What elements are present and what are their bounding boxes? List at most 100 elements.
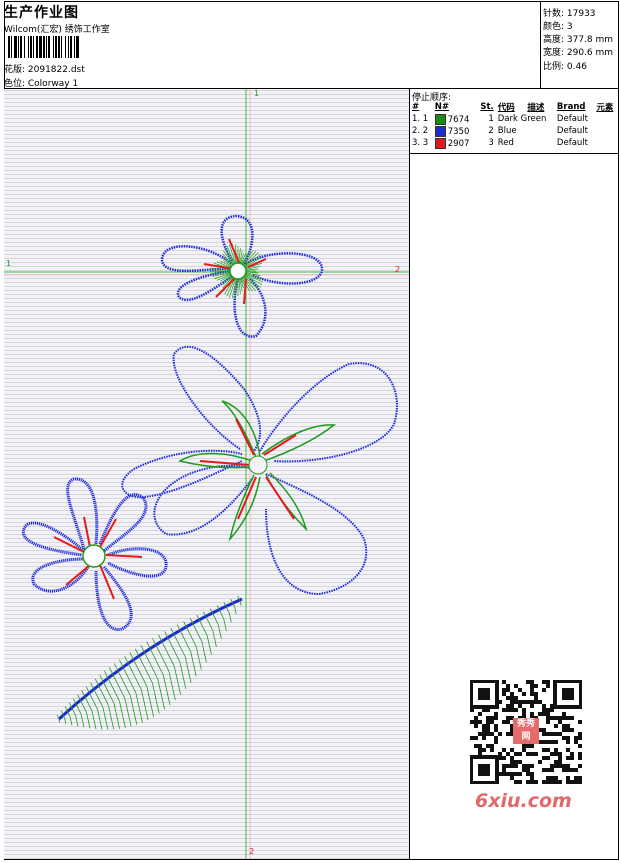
row-element <box>594 113 618 125</box>
leaf-stitch <box>239 600 242 606</box>
qr-module <box>494 724 498 728</box>
qr-module <box>502 720 506 724</box>
qr-module <box>530 776 534 780</box>
qr-module <box>502 768 506 772</box>
table-row: 1. 1 7674 1 Dark Green Default <box>410 113 618 125</box>
qr-module <box>570 780 574 784</box>
qr-module <box>510 760 514 764</box>
table-header: # N# St. 代码 描述 Brand 元素 <box>410 101 618 113</box>
qr-module <box>558 716 562 720</box>
col-brand: Brand <box>556 102 586 112</box>
row-desc: Blue <box>497 126 517 136</box>
row-code: 7350 <box>447 126 470 137</box>
row-stitch: 2 <box>488 126 494 136</box>
qr-module <box>534 696 538 700</box>
qr-module <box>494 716 498 720</box>
qr-module <box>502 748 506 752</box>
qr-module <box>566 748 570 752</box>
qr-module <box>490 748 494 752</box>
qr-module <box>522 700 526 704</box>
qr-module <box>530 680 534 684</box>
qr-module <box>514 752 518 756</box>
qr-module <box>510 700 514 704</box>
qr-module <box>506 688 510 692</box>
leaf-stitch <box>190 651 197 677</box>
qr-module <box>562 724 566 728</box>
marker-h-left: 1 <box>6 259 12 268</box>
qr-module <box>518 752 522 756</box>
qr-module <box>514 696 518 700</box>
qr-module <box>502 688 506 692</box>
qr-module <box>546 732 550 736</box>
qr-module <box>546 756 550 760</box>
qr-module <box>530 684 534 688</box>
qr-module <box>578 720 582 724</box>
leaf-stitch <box>124 698 132 727</box>
qr-module <box>550 764 554 768</box>
qr-module <box>566 728 570 732</box>
leaf-stitch <box>217 624 222 639</box>
qr-module <box>578 776 582 780</box>
qr-module <box>478 732 482 736</box>
qr-module <box>566 768 570 772</box>
leaf-stitch <box>201 641 207 663</box>
qr-module <box>534 692 538 696</box>
qr-module <box>470 736 474 740</box>
company-name: Wilcom(汇宏) 绣饰工作室 <box>4 25 110 35</box>
row-stitch: 3 <box>488 138 494 148</box>
row-stitch: 1 <box>488 114 494 124</box>
production-sheet: 生产作业图 Wilcom(汇宏) 绣饰工作室 花版: 2091822.dst 色… <box>0 0 620 861</box>
qr-module <box>498 732 502 736</box>
qr-module <box>474 744 478 748</box>
qr-module <box>546 768 550 772</box>
leaf-stitch <box>206 635 212 655</box>
qr-module <box>546 740 550 744</box>
qr-module <box>530 704 534 708</box>
row-brand: Default <box>556 114 588 124</box>
leaf-stitch <box>157 678 165 710</box>
qr-module <box>518 700 522 704</box>
leaf-stitch <box>80 713 85 728</box>
design-canvas: 1 2 1 2 <box>4 89 409 859</box>
qr-module <box>566 764 570 768</box>
color-swatch <box>434 113 446 125</box>
qr-module <box>566 716 570 720</box>
qr-module <box>574 736 578 740</box>
qr-module <box>506 732 510 736</box>
qr-module <box>510 708 514 712</box>
qr-module <box>550 752 554 756</box>
color-swatch <box>434 137 446 149</box>
design-scale: 比例: 0.46 <box>543 62 587 72</box>
qr-module <box>502 756 506 760</box>
qr-module <box>474 716 478 720</box>
qr-module <box>554 716 558 720</box>
qr-module <box>478 712 482 716</box>
qr-module <box>486 732 490 736</box>
qr-module <box>546 776 550 780</box>
qr-module <box>482 748 486 752</box>
qr-module <box>542 748 546 752</box>
qr-module <box>558 756 562 760</box>
qr-module <box>566 780 570 784</box>
qr-module <box>510 748 514 752</box>
center-flower-red <box>199 418 297 520</box>
qr-module <box>578 752 582 756</box>
qr-module <box>566 740 570 744</box>
qr-module <box>482 728 486 732</box>
qr-module <box>530 692 534 696</box>
qr-module <box>530 752 534 756</box>
qr-module <box>486 720 490 724</box>
design-width: 宽度: 290.6 mm <box>543 48 614 58</box>
table-divider <box>410 153 618 154</box>
qr-module <box>522 708 526 712</box>
qr-module <box>530 688 534 692</box>
qr-module <box>526 768 530 772</box>
barcode-bar <box>79 36 80 58</box>
qr-module <box>502 680 506 684</box>
col-desc: 描述 <box>527 103 545 113</box>
qr-module <box>546 712 550 716</box>
leaf-stitch <box>228 612 232 623</box>
qr-finder-core <box>478 688 490 700</box>
stitch-count: 针数: 17933 <box>543 9 596 19</box>
design-file: 花版: 2091822.dst <box>4 65 85 75</box>
